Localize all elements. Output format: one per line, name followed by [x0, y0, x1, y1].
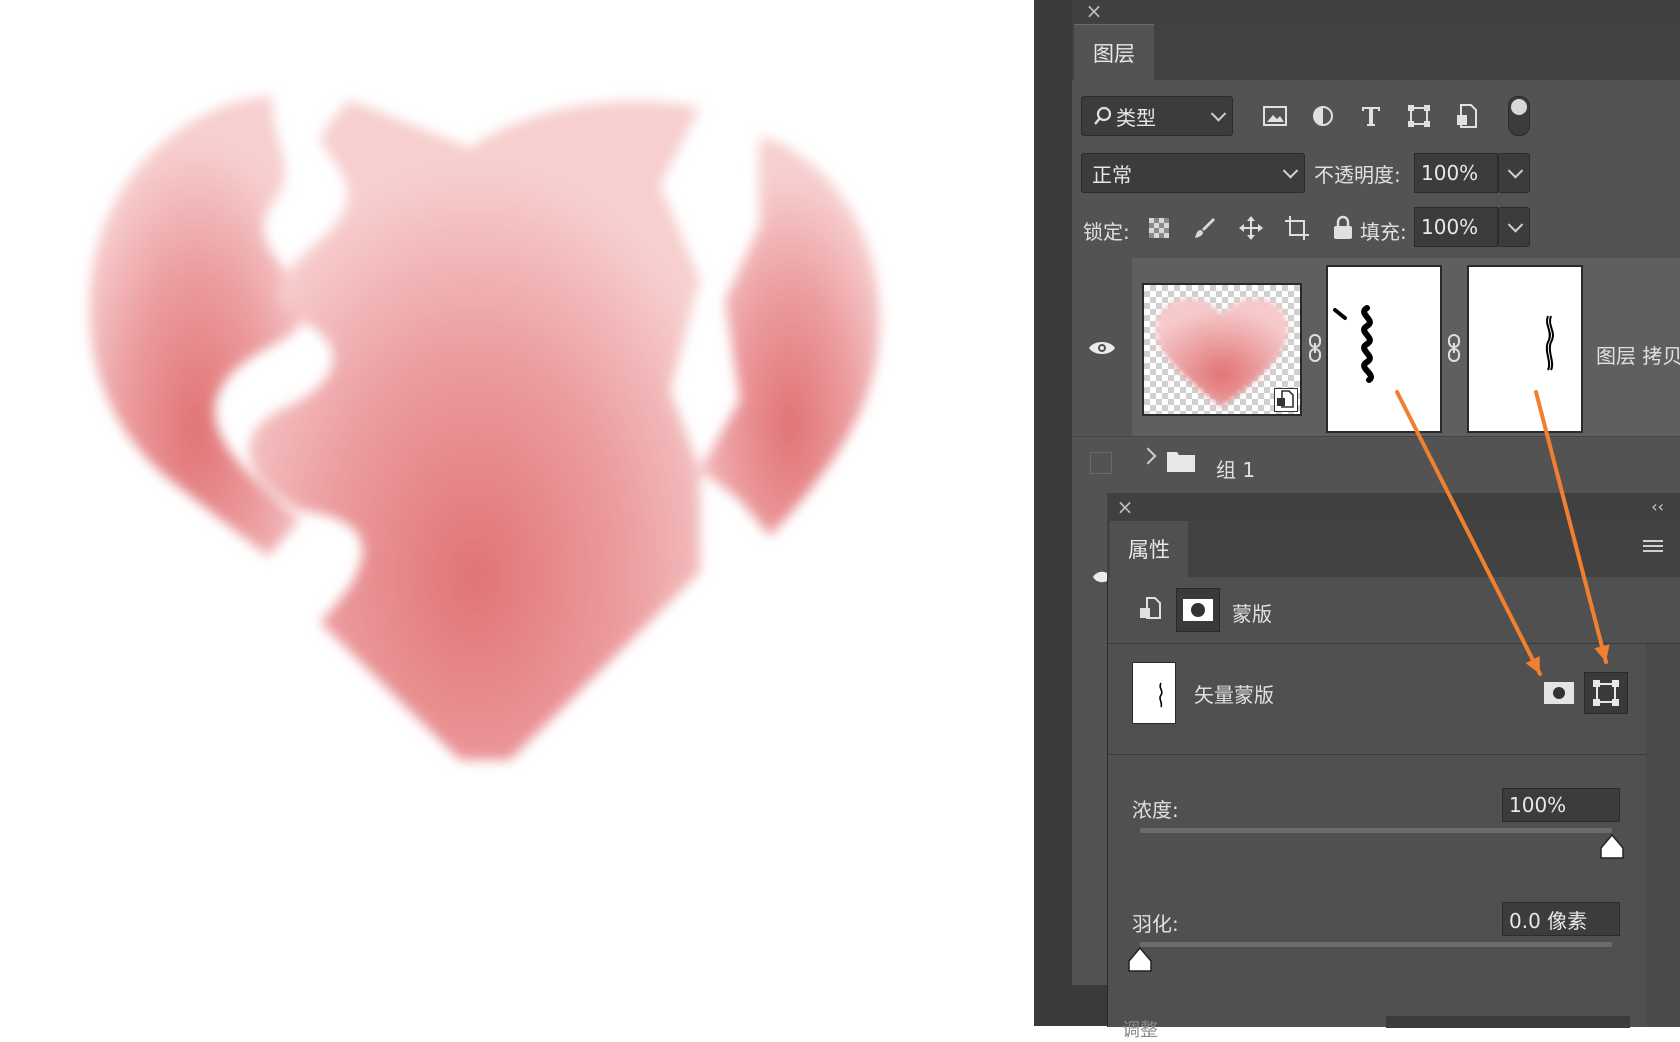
annotation-arrow-to-vector-mask	[1534, 390, 1610, 664]
annotation-arrows	[1395, 390, 1610, 676]
annotation-arrow-to-pixel-mask	[1395, 390, 1542, 676]
